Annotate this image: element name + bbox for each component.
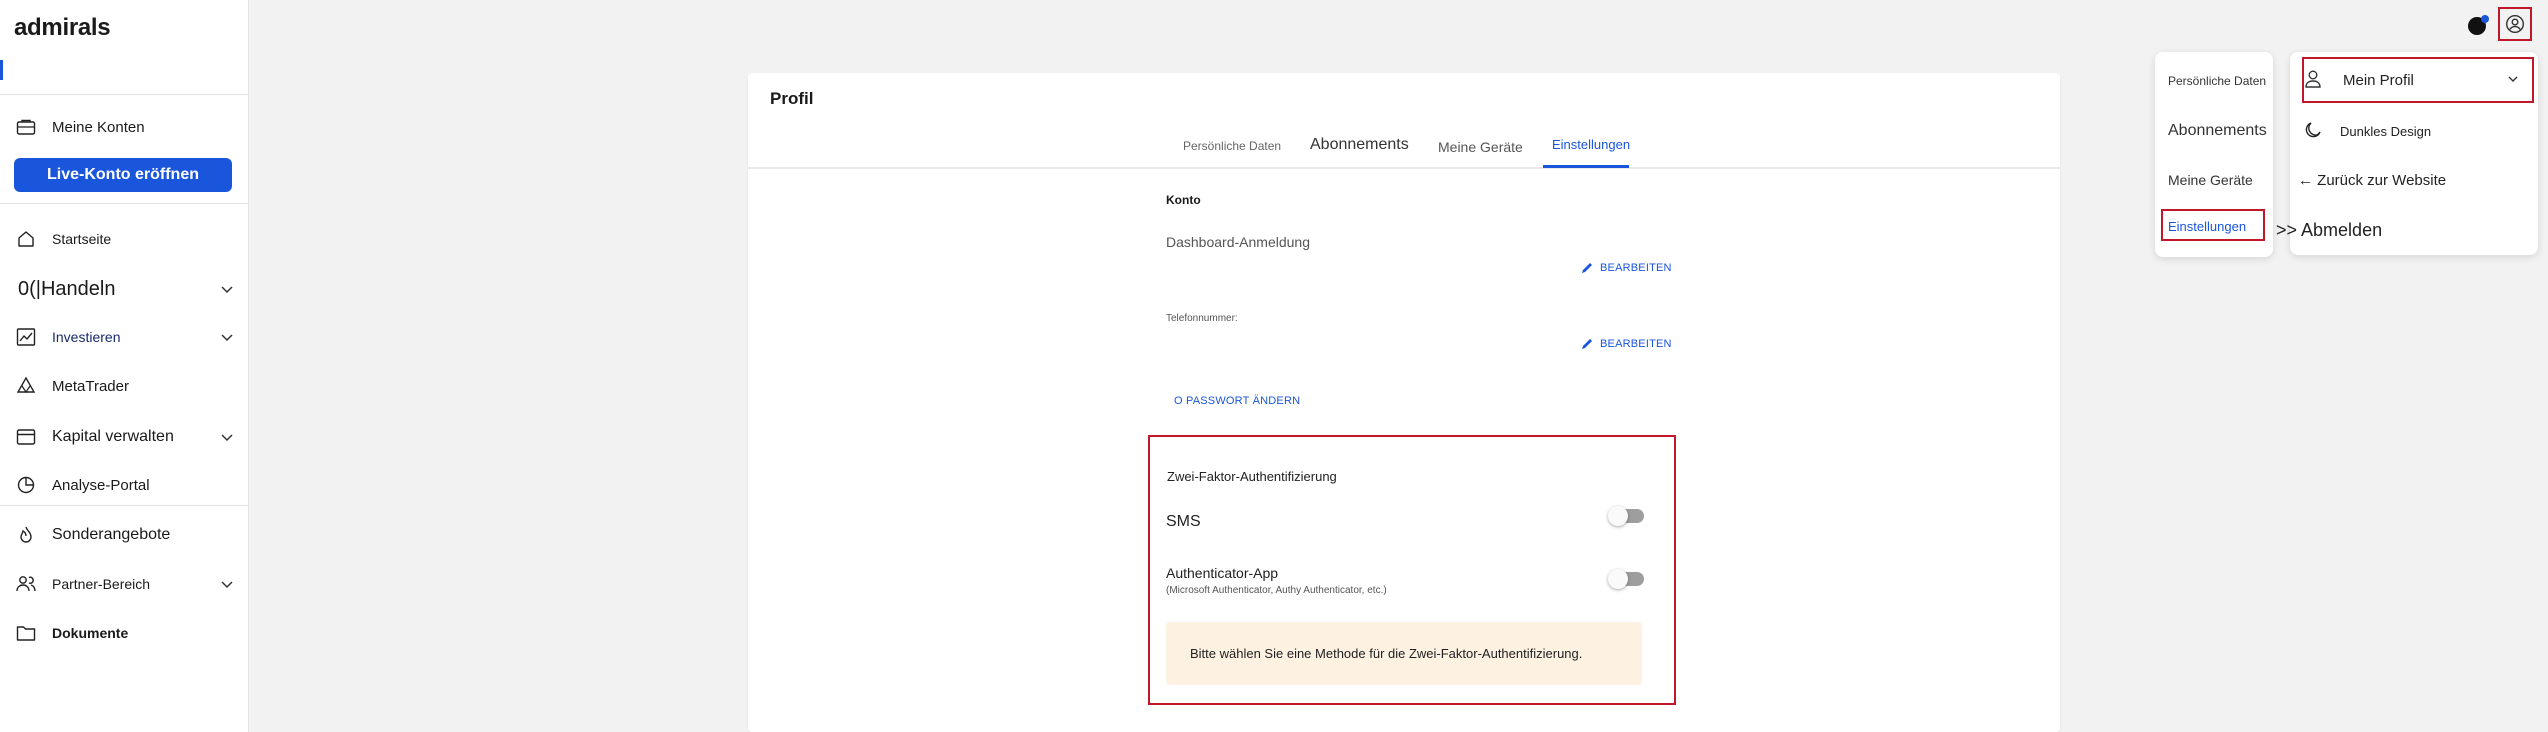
dropdown-item-meine-geraete[interactable]: Meine Geräte	[2168, 172, 2253, 188]
sidebar-item-sonderangebote[interactable]: Sonderangebote	[14, 520, 236, 550]
pie-chart-icon	[14, 473, 38, 497]
edit-label: BEARBEITEN	[1600, 338, 1672, 350]
authenticator-app-toggle[interactable]	[1608, 569, 1644, 589]
profile-menu-button[interactable]	[2498, 7, 2532, 41]
konto-heading: Konto	[1166, 193, 1201, 207]
active-tab-indicator	[1543, 165, 1629, 168]
sms-label: SMS	[1166, 513, 1201, 530]
edit-label: BEARBEITEN	[1600, 262, 1672, 274]
sidebar-item-label: Handeln	[40, 277, 116, 300]
dropdown-item-abonnements[interactable]: Abonnements	[2168, 122, 2267, 140]
chevron-down-icon	[221, 581, 233, 589]
sidebar-item-metatrader[interactable]: MetaTrader	[14, 371, 236, 401]
sidebar-item-label: Kapital verwalten	[52, 428, 174, 445]
pencil-icon	[1582, 263, 1592, 273]
sidebar-item-label: Startseite	[52, 231, 112, 247]
sidebar-item-meine-konten[interactable]: Meine Konten	[14, 112, 236, 142]
sidebar-item-investieren[interactable]: Investieren	[14, 322, 236, 352]
admirals-logo[interactable]: admirals	[14, 14, 111, 42]
mein-profil-label: Mein Profil	[2343, 72, 2414, 89]
back-to-website-link[interactable]: ← Zurück zur Website	[2298, 172, 2446, 189]
dropdown-item-einstellungen[interactable]: Einstellungen	[2168, 219, 2246, 234]
two-factor-heading: Zwei-Faktor-Authentifizierung	[1167, 469, 1337, 484]
chevron-down-icon	[2506, 72, 2520, 91]
sidebar-item-handeln[interactable]: 0(| Handeln	[14, 274, 236, 304]
theme-toggle-icon[interactable]	[2467, 14, 2489, 36]
divider	[0, 94, 248, 95]
edit-phone-button[interactable]: BEARBEITEN	[1580, 337, 1672, 351]
sidebar-item-label: Analyse-Portal	[52, 476, 150, 494]
sidebar-item-dokumente[interactable]: Dokumente	[14, 618, 236, 648]
divider	[0, 203, 248, 204]
partners-icon	[14, 572, 38, 596]
dark-mode-item[interactable]: Dunkles Design	[2340, 124, 2431, 139]
active-indicator	[0, 60, 3, 80]
handeln-prefix: 0(|	[18, 277, 41, 300]
change-password-button[interactable]: O PASSWORT ÄNDERN	[1174, 395, 1300, 407]
sms-toggle[interactable]	[1608, 506, 1644, 526]
dropdown-item-persoenliche-daten[interactable]: Persönliche Daten	[2168, 74, 2266, 88]
sidebar-item-kapital-verwalten[interactable]: Kapital verwalten	[14, 422, 236, 452]
sidebar-item-partner-bereich[interactable]: Partner-Bereich	[14, 569, 236, 599]
metatrader-icon	[14, 374, 38, 398]
sidebar-item-label: Investieren	[52, 329, 121, 345]
page-title: Profil	[770, 89, 814, 108]
user-icon	[2304, 69, 2322, 94]
mein-profil-header[interactable]	[2302, 57, 2534, 103]
tab-einstellungen[interactable]: Einstellungen	[1552, 137, 1630, 152]
phone-label: Telefonnummer:	[1166, 313, 1238, 324]
authenticator-app-hint: (Microsoft Authenticator, Authy Authenti…	[1166, 585, 1387, 596]
edit-dashboard-button[interactable]: BEARBEITEN	[1580, 261, 1672, 275]
card-icon	[14, 425, 38, 449]
sidebar-item-startseite[interactable]: Startseite	[14, 224, 236, 254]
sidebar-item-label: Meine Konten	[52, 118, 145, 136]
home-icon	[14, 227, 38, 251]
toggle-knob	[1608, 506, 1628, 526]
two-factor-info-message: Bitte wählen Sie eine Methode für die Zw…	[1166, 622, 1642, 685]
chevron-down-icon	[221, 286, 233, 294]
tabs-divider	[748, 167, 2060, 169]
chart-line-icon	[14, 325, 38, 349]
flame-icon	[14, 523, 38, 547]
toggle-knob	[1608, 569, 1628, 589]
logout-item[interactable]: >> Abmelden	[2276, 220, 2382, 241]
sidebar-item-label: Partner-Bereich	[52, 576, 151, 592]
divider	[0, 505, 248, 506]
tab-abonnements[interactable]: Abonnements	[1310, 136, 1409, 154]
user-circle-icon	[2505, 14, 2525, 34]
moon-icon	[2305, 120, 2323, 143]
wallet-icon	[14, 115, 38, 139]
authenticator-app-label: Authenticator-App	[1166, 565, 1279, 581]
tab-persoenliche-daten[interactable]: Persönliche Daten	[1183, 139, 1281, 153]
sidebar-item-label: Sonderangebote	[52, 526, 171, 543]
sidebar-item-label: MetaTrader	[52, 377, 129, 395]
pencil-icon	[1582, 339, 1592, 349]
dashboard-login-label: Dashboard-Anmeldung	[1166, 234, 1310, 250]
tab-meine-geraete[interactable]: Meine Geräte	[1438, 139, 1523, 155]
sidebar-item-label: Dokumente	[52, 625, 129, 641]
folder-icon	[14, 621, 38, 645]
chevron-down-icon	[221, 334, 233, 342]
open-live-account-button[interactable]: Live-Konto eröffnen	[14, 158, 232, 192]
chevron-down-icon	[221, 434, 233, 442]
sidebar-item-analyse-portal[interactable]: Analyse-Portal	[14, 470, 236, 500]
